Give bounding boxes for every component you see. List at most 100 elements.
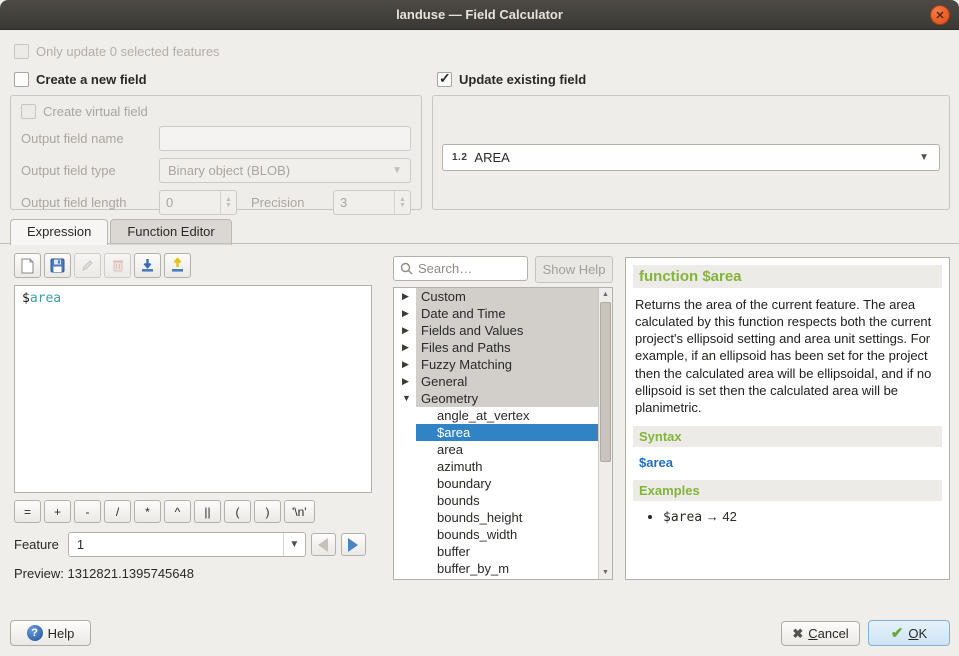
close-icon[interactable]: ✕ [930, 5, 950, 25]
function-group-row[interactable]: ▶Custom [394, 288, 612, 305]
import-arrow-icon [140, 258, 155, 273]
operator-button[interactable]: || [194, 500, 221, 523]
tab-expression[interactable]: Expression [10, 219, 108, 245]
expression-text: area [30, 291, 61, 306]
function-item-label: buffer_by_m [437, 561, 509, 576]
update-existing-field-checkbox[interactable] [437, 72, 452, 87]
show-help-button[interactable]: Show Help [535, 256, 613, 283]
output-field-type-value: Binary object (BLOB) [168, 163, 290, 178]
expression-editor[interactable]: $area [14, 285, 372, 493]
function-item-label: bounds_width [437, 527, 517, 542]
cancel-button[interactable]: ✖ Cancel [781, 621, 860, 646]
virtual-field-checkbox[interactable] [21, 104, 36, 119]
function-group-row[interactable]: ▶Date and Time [394, 305, 612, 322]
function-item-row[interactable]: buffer_by_m [394, 560, 612, 577]
save-icon [50, 258, 65, 273]
existing-field-combo[interactable]: 1.2 AREA ▼ [442, 144, 940, 171]
chevron-collapsed-icon[interactable]: ▶ [402, 339, 409, 356]
function-group-row[interactable]: ▶Fuzzy Matching [394, 356, 612, 373]
chevron-collapsed-icon[interactable]: ▶ [402, 356, 409, 373]
virtual-field-row: Create virtual field [21, 104, 411, 119]
function-item-row[interactable]: bounds_height [394, 509, 612, 526]
operator-button[interactable]: ( [224, 500, 251, 523]
function-item-row[interactable]: angle_at_vertex [394, 407, 612, 424]
create-new-field-checkbox[interactable] [14, 72, 29, 87]
chevron-down-icon: ▼ [919, 152, 929, 163]
operator-button[interactable]: - [74, 500, 101, 523]
create-new-field-label: Create a new field [36, 72, 147, 87]
output-field-type-row: Output field type Binary object (BLOB) ▼ [21, 158, 411, 183]
function-item-label: buffer [437, 544, 470, 559]
example-arrow: → [706, 509, 719, 524]
titlebar[interactable]: landuse — Field Calculator ✕ [0, 0, 959, 30]
existing-field-groupbox: 1.2 AREA ▼ [432, 95, 950, 210]
function-item-label: azimuth [437, 459, 483, 474]
scrollbar-thumb[interactable] [600, 302, 611, 462]
function-item-row[interactable]: azimuth [394, 458, 612, 475]
help-syntax-value: $area [639, 455, 936, 470]
function-group-row[interactable]: ▶Fields and Values [394, 322, 612, 339]
create-new-field-row: Create a new field [14, 72, 147, 87]
precision-spinner[interactable]: 3 ▲▼ [333, 190, 411, 215]
edit-expression-button[interactable] [74, 253, 101, 278]
output-field-type-combo[interactable]: Binary object (BLOB) ▼ [159, 158, 411, 183]
operator-button[interactable]: ) [254, 500, 281, 523]
function-group-row[interactable]: ▶Files and Paths [394, 339, 612, 356]
chevron-collapsed-icon[interactable]: ▶ [402, 373, 409, 390]
next-feature-button[interactable] [341, 533, 366, 556]
operator-button[interactable]: / [104, 500, 131, 523]
feature-combo[interactable]: 1 ▼ [68, 532, 306, 557]
function-item-row[interactable]: area [394, 441, 612, 458]
trash-icon [111, 258, 125, 273]
help-examples-heading: Examples [633, 480, 942, 501]
feature-value: 1 [77, 537, 84, 552]
function-group-row[interactable]: ▶General [394, 373, 612, 390]
previous-feature-button[interactable] [311, 533, 336, 556]
help-button[interactable]: ? Help [10, 620, 91, 646]
function-item-row[interactable]: buffer [394, 543, 612, 560]
pencil-icon [80, 258, 95, 273]
chevron-expanded-icon[interactable]: ▼ [402, 390, 411, 407]
operator-button[interactable]: = [14, 500, 41, 523]
help-title: function $area [633, 265, 942, 288]
new-file-icon [20, 258, 35, 274]
ok-button[interactable]: ✔ OK [868, 620, 950, 646]
output-field-type-label: Output field type [21, 163, 159, 178]
save-expression-button[interactable] [44, 253, 71, 278]
function-item-row[interactable]: bounds [394, 492, 612, 509]
search-box[interactable] [393, 256, 528, 281]
chevron-collapsed-icon[interactable]: ▶ [402, 322, 409, 339]
operator-button[interactable]: '\n' [284, 500, 315, 523]
output-field-name-input[interactable] [159, 126, 411, 151]
scroll-down-icon[interactable]: ▼ [599, 566, 612, 579]
help-icon: ? [27, 625, 43, 641]
function-item-label: boundary [437, 476, 491, 491]
output-field-length-spinner[interactable]: 0 ▲▼ [159, 190, 237, 215]
decimal-field-type-icon: 1.2 [452, 152, 467, 163]
preview-text: Preview: 1312821.1395745648 [14, 566, 194, 581]
only-update-checkbox[interactable] [14, 44, 29, 59]
chevron-collapsed-icon[interactable]: ▶ [402, 288, 409, 305]
search-input[interactable] [418, 261, 503, 276]
function-group-row[interactable]: ▼ Geometry [394, 390, 612, 407]
feature-label: Feature [14, 537, 59, 552]
function-item-label: $area [437, 425, 470, 440]
operator-button[interactable]: ^ [164, 500, 191, 523]
function-item-row[interactable]: boundary [394, 475, 612, 492]
export-expression-button[interactable] [164, 253, 191, 278]
spinner-arrows-icon: ▲▼ [220, 191, 236, 214]
import-expression-button[interactable] [134, 253, 161, 278]
new-expression-button[interactable] [14, 253, 41, 278]
operator-button[interactable]: + [44, 500, 71, 523]
tree-scrollbar[interactable]: ▲ ▼ [598, 288, 612, 579]
delete-expression-button[interactable] [104, 253, 131, 278]
tab-function-editor[interactable]: Function Editor [110, 219, 231, 245]
function-help-panel: function $area Returns the area of the c… [625, 257, 950, 580]
function-item-row[interactable]: bounds_width [394, 526, 612, 543]
help-description: Returns the area of the current feature.… [635, 296, 940, 416]
function-group-label: Geometry [421, 391, 478, 406]
function-item-row[interactable]: $area [394, 424, 612, 441]
chevron-collapsed-icon[interactable]: ▶ [402, 305, 409, 322]
scroll-up-icon[interactable]: ▲ [599, 288, 612, 301]
operator-button[interactable]: * [134, 500, 161, 523]
